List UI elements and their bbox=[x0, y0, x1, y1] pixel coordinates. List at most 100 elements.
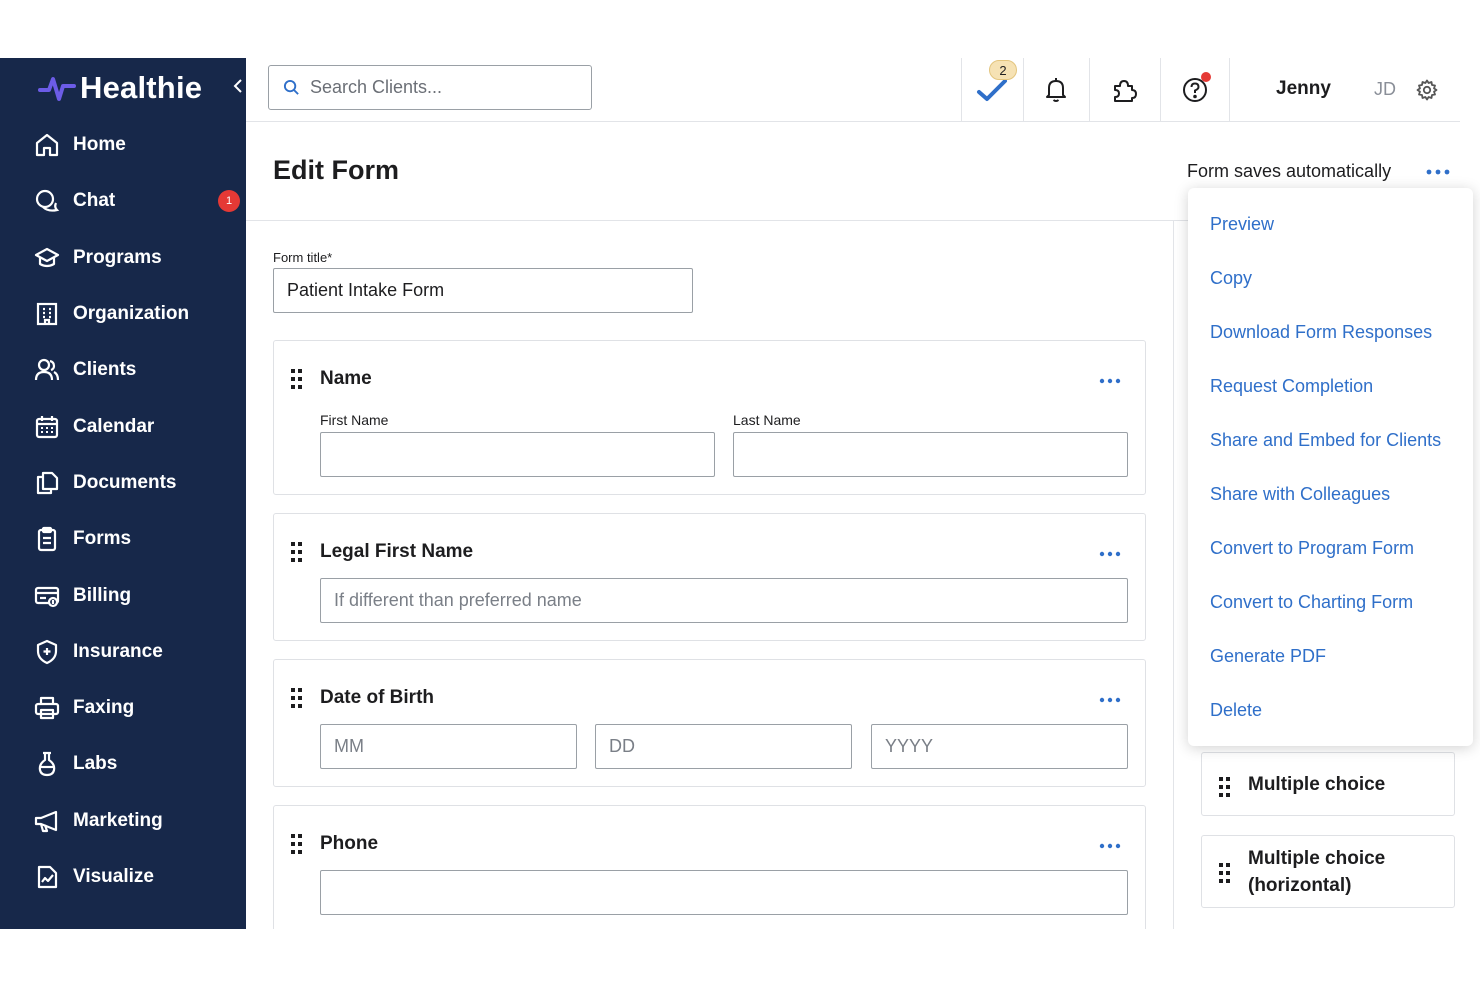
menu-item-share-colleagues[interactable]: Share with Colleagues bbox=[1210, 484, 1390, 505]
todo-button[interactable]: 2 bbox=[961, 58, 1023, 122]
topbar-divider bbox=[1229, 58, 1230, 122]
field-options-button[interactable] bbox=[1096, 690, 1124, 710]
menu-item-preview[interactable]: Preview bbox=[1210, 214, 1274, 235]
phone-input[interactable] bbox=[320, 870, 1128, 915]
dob-day-input[interactable] bbox=[595, 724, 852, 769]
menu-item-share-embed-clients[interactable]: Share and Embed for Clients bbox=[1210, 430, 1441, 451]
field-type-multiple-choice-horizontal[interactable]: Multiple choice (horizontal) bbox=[1201, 835, 1455, 908]
more-horizontal-icon bbox=[1426, 169, 1450, 175]
sidebar-item-documents[interactable]: Documents bbox=[0, 455, 246, 511]
avatar[interactable]: JD bbox=[1370, 76, 1400, 102]
form-title-input[interactable] bbox=[273, 268, 693, 313]
puzzle-icon bbox=[1113, 80, 1137, 102]
field-options-button[interactable] bbox=[1096, 371, 1124, 391]
integrations-button[interactable] bbox=[1089, 58, 1160, 122]
legal-first-name-input[interactable] bbox=[320, 578, 1128, 623]
dob-year-input[interactable] bbox=[871, 724, 1128, 769]
menu-item-copy[interactable]: Copy bbox=[1210, 268, 1252, 289]
sidebar-item-home[interactable]: Home bbox=[0, 117, 246, 173]
collapse-sidebar-icon[interactable] bbox=[232, 76, 246, 100]
sidebar-item-clients[interactable]: Clients bbox=[0, 342, 246, 398]
sidebar-item-billing[interactable]: Billing bbox=[0, 567, 246, 623]
form-options-button[interactable] bbox=[1424, 158, 1452, 186]
form-title-label: Form title* bbox=[273, 250, 333, 265]
menu-item-request-completion[interactable]: Request Completion bbox=[1210, 376, 1373, 397]
field-type-multiple-choice[interactable]: Multiple choice bbox=[1201, 752, 1455, 816]
last-name-label: Last Name bbox=[733, 412, 801, 428]
sidebar-item-programs[interactable]: Programs bbox=[0, 230, 246, 286]
field-title: Legal First Name bbox=[320, 541, 474, 562]
field-options-button[interactable] bbox=[1096, 836, 1124, 856]
app-window: Healthie Home Chat 1 Programs Organizati… bbox=[0, 58, 1480, 929]
user-name[interactable]: Jenny bbox=[1276, 78, 1331, 100]
sidebar-item-label: Calendar bbox=[73, 415, 155, 437]
field-card-name[interactable]: Name First Name Last Name bbox=[273, 340, 1146, 495]
insurance-icon bbox=[34, 639, 60, 665]
field-type-label: Multiple choice bbox=[1248, 848, 1386, 869]
panel-divider bbox=[1173, 221, 1174, 929]
sidebar-item-faxing[interactable]: Faxing bbox=[0, 680, 246, 736]
menu-item-generate-pdf[interactable]: Generate PDF bbox=[1210, 646, 1326, 667]
home-icon bbox=[34, 132, 60, 158]
sidebar-item-label: Labs bbox=[73, 753, 118, 775]
sidebar-item-calendar[interactable]: Calendar bbox=[0, 398, 246, 454]
billing-icon bbox=[34, 583, 60, 609]
clients-icon bbox=[34, 357, 60, 383]
more-horizontal-icon bbox=[1099, 378, 1121, 384]
search-box[interactable] bbox=[268, 65, 592, 110]
brand-name: Healthie bbox=[80, 70, 203, 105]
sidebar-item-label: Faxing bbox=[73, 697, 135, 719]
field-card-legal-first-name[interactable]: Legal First Name bbox=[273, 513, 1146, 641]
sidebar-item-visualize[interactable]: Visualize bbox=[0, 849, 246, 905]
menu-item-download-responses[interactable]: Download Form Responses bbox=[1210, 322, 1432, 343]
sidebar-item-label: Clients bbox=[73, 359, 137, 381]
field-options-button[interactable] bbox=[1096, 544, 1124, 564]
more-horizontal-icon bbox=[1099, 551, 1121, 557]
field-type-label-secondary: (horizontal) bbox=[1248, 875, 1352, 896]
sidebar-item-label: Insurance bbox=[73, 640, 163, 662]
sidebar-item-labs[interactable]: Labs bbox=[0, 736, 246, 792]
field-card-date-of-birth[interactable]: Date of Birth bbox=[273, 659, 1146, 787]
drag-handle-icon[interactable] bbox=[291, 688, 303, 708]
field-title: Name bbox=[320, 368, 372, 389]
gear-icon bbox=[1416, 79, 1438, 101]
menu-item-delete[interactable]: Delete bbox=[1210, 700, 1262, 721]
calendar-icon bbox=[34, 414, 60, 440]
marketing-icon bbox=[34, 808, 60, 834]
drag-handle-icon[interactable] bbox=[291, 542, 303, 562]
sidebar-item-label: Home bbox=[73, 134, 126, 156]
autosave-status: Form saves automatically bbox=[1187, 161, 1392, 181]
sidebar-item-forms[interactable]: Forms bbox=[0, 511, 246, 567]
search-icon bbox=[283, 79, 299, 95]
more-horizontal-icon bbox=[1099, 697, 1121, 703]
sidebar-item-insurance[interactable]: Insurance bbox=[0, 624, 246, 680]
field-card-phone[interactable]: Phone bbox=[273, 805, 1146, 929]
last-name-input[interactable] bbox=[733, 432, 1128, 477]
brand-logo[interactable]: Healthie bbox=[38, 68, 202, 108]
settings-button[interactable] bbox=[1414, 58, 1440, 122]
search-input[interactable] bbox=[310, 77, 570, 98]
page-title: Edit Form bbox=[273, 155, 399, 185]
sidebar-nav: Home Chat 1 Programs Organization Client… bbox=[0, 117, 246, 905]
sidebar-item-label: Chat bbox=[73, 190, 116, 212]
sidebar-item-organization[interactable]: Organization bbox=[0, 286, 246, 342]
healthie-logo-icon bbox=[38, 77, 76, 101]
menu-item-convert-program-form[interactable]: Convert to Program Form bbox=[1210, 538, 1414, 559]
drag-handle-icon bbox=[1219, 863, 1230, 883]
menu-item-convert-charting-form[interactable]: Convert to Charting Form bbox=[1210, 592, 1413, 613]
sidebar-item-marketing[interactable]: Marketing bbox=[0, 793, 246, 849]
more-horizontal-icon bbox=[1099, 843, 1121, 849]
sidebar-item-label: Programs bbox=[73, 246, 162, 268]
dob-month-input[interactable] bbox=[320, 724, 577, 769]
help-button[interactable] bbox=[1160, 58, 1229, 122]
drag-handle-icon[interactable] bbox=[291, 369, 303, 389]
topbar: 2 Jenny JD bbox=[246, 58, 1460, 122]
bell-icon bbox=[1046, 78, 1066, 102]
first-name-input[interactable] bbox=[320, 432, 715, 477]
sidebar-item-chat[interactable]: Chat 1 bbox=[0, 173, 246, 229]
field-title: Phone bbox=[320, 833, 379, 854]
todo-count-badge: 2 bbox=[989, 60, 1017, 80]
form-options-menu: Preview Copy Download Form Responses Req… bbox=[1188, 188, 1473, 746]
notifications-button[interactable] bbox=[1023, 58, 1089, 122]
drag-handle-icon[interactable] bbox=[291, 834, 303, 854]
